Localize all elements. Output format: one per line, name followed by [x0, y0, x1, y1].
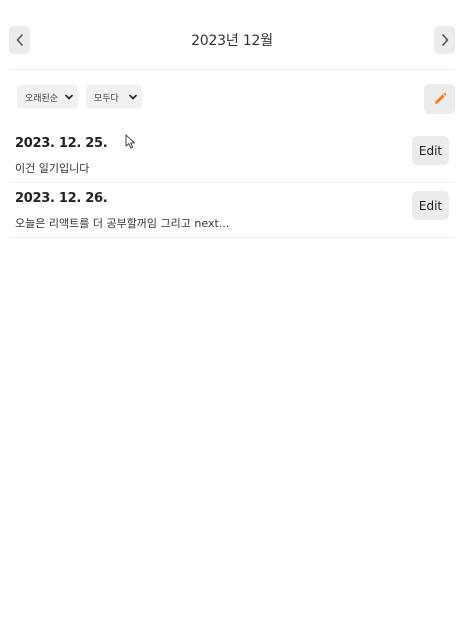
emotion-filter-value: 모두다	[94, 93, 119, 104]
emotion-filter-select[interactable]: 모두다	[86, 85, 142, 109]
chevron-right-icon	[441, 34, 448, 46]
header: 2023년 12월	[0, 0, 464, 70]
header-divider	[9, 69, 455, 70]
diary-date: 2023. 12. 25.	[15, 136, 108, 151]
diary-content: 오늘은 리액트를 더 공부할꺼임 그리고 next...	[15, 217, 230, 230]
chevron-down-icon	[65, 94, 73, 100]
diary-item[interactable]: 2023. 12. 25. 이건 일기입니다 Edit	[9, 128, 455, 183]
diary-app: 2023년 12월 오래된순 모두다 2023. 12. 25. 이건 일기입니…	[0, 0, 464, 634]
sort-select[interactable]: 오래된순	[17, 85, 78, 109]
new-diary-button[interactable]	[424, 84, 455, 114]
next-month-button[interactable]	[434, 26, 455, 54]
mouse-pointer-icon	[125, 134, 135, 149]
edit-button[interactable]: Edit	[412, 136, 449, 165]
diary-date: 2023. 12. 26.	[15, 191, 108, 206]
edit-button[interactable]: Edit	[412, 191, 449, 220]
month-title: 2023년 12월	[191, 33, 273, 49]
pencil-icon	[434, 92, 446, 104]
sort-select-value: 오래된순	[25, 93, 59, 104]
diary-item[interactable]: 2023. 12. 26. 오늘은 리액트를 더 공부할꺼임 그리고 next.…	[9, 183, 455, 238]
diary-list: 2023. 12. 25. 이건 일기입니다 Edit 2023. 12. 26…	[9, 128, 455, 238]
diary-content: 이건 일기입니다	[15, 162, 90, 175]
chevron-down-icon	[129, 94, 137, 100]
